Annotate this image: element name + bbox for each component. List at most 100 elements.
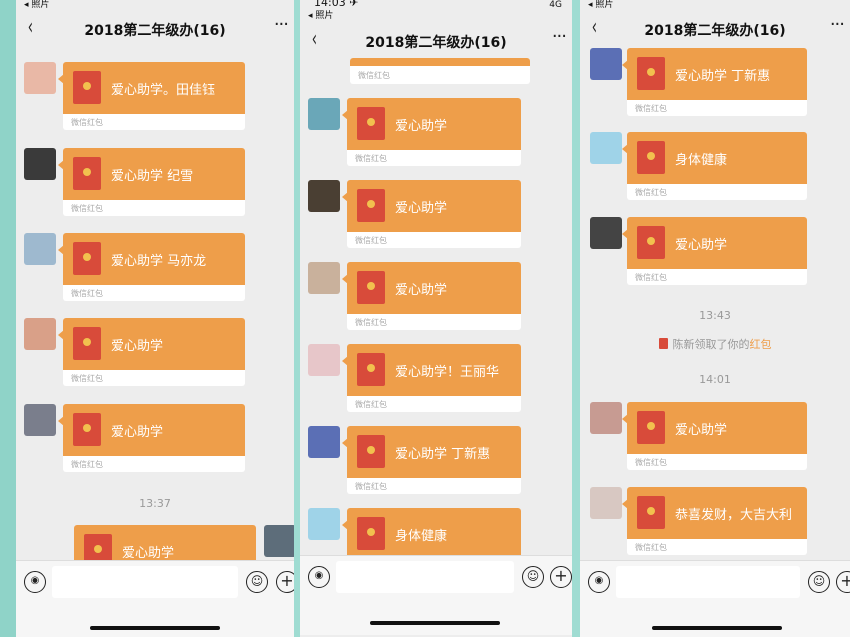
avatar[interactable] <box>590 132 622 164</box>
red-packet-bubble[interactable]: 爱心助学 微信红包 <box>347 180 521 248</box>
red-packet-bubble[interactable]: 爱心助学 微信红包 <box>63 318 245 386</box>
message-row: 爱心助学 微信红包 <box>580 217 850 289</box>
voice-icon[interactable]: ◉ <box>24 571 46 593</box>
nav-bar: ‹ 2018第二年级办(16) ··· <box>580 10 850 50</box>
voice-icon[interactable]: ◉ <box>588 571 610 593</box>
back-to-photos-link[interactable]: ◂ 照片 <box>308 11 333 21</box>
chat-title: 2018第二年级办(16) <box>644 23 786 39</box>
red-packet-bubble[interactable]: 爱心助学 纪雪 微信红包 <box>63 148 245 216</box>
input-bar: ◉ ☺ + <box>16 560 294 637</box>
packet-footer: 微信红包 <box>355 482 387 491</box>
red-envelope-icon <box>73 413 101 446</box>
avatar[interactable] <box>590 217 622 249</box>
avatar[interactable] <box>308 262 340 294</box>
message-input[interactable] <box>336 561 514 593</box>
avatar[interactable] <box>308 426 340 458</box>
red-packet-bubble[interactable]: 爱心助学 微信红包 <box>347 262 521 330</box>
message-row: 身体健康 <box>300 508 572 576</box>
back-to-photos-link[interactable]: ◂ 照片 <box>588 0 613 10</box>
avatar[interactable] <box>24 318 56 350</box>
chat-title: 2018第二年级办(16) <box>84 23 226 39</box>
red-envelope-icon <box>637 411 665 444</box>
plus-icon[interactable]: + <box>276 571 294 593</box>
message-row: 爱心助学。田佳钰 微信红包 <box>16 62 294 134</box>
red-packet-bubble-partial[interactable]: 微信红包 <box>350 58 530 84</box>
red-envelope-icon <box>637 141 665 174</box>
avatar[interactable] <box>308 98 340 130</box>
message-row: 爱心助学 马亦龙 微信红包 <box>16 233 294 305</box>
more-icon[interactable]: ··· <box>552 26 567 47</box>
avatar[interactable] <box>308 344 340 376</box>
red-packet-bubble[interactable]: 爱心助学 微信红包 <box>627 217 807 285</box>
message-row: 爱心助学 微信红包 <box>300 262 572 334</box>
red-packet-bubble[interactable]: 爱心助学。田佳钰 微信红包 <box>63 62 245 130</box>
avatar[interactable] <box>24 148 56 180</box>
message-row: 身体健康 微信红包 <box>580 132 850 204</box>
red-packet-bubble[interactable]: 爱心助学 丁新惠 微信红包 <box>627 48 807 116</box>
avatar[interactable] <box>590 487 622 519</box>
packet-message: 爱心助学。田佳钰 <box>111 83 216 98</box>
message-row: 恭喜发财，大吉大利 微信红包 <box>580 487 850 559</box>
plus-icon[interactable]: + <box>550 566 572 588</box>
message-row: 爱心助学 微信红包 <box>16 404 294 476</box>
message-input[interactable] <box>616 566 800 598</box>
red-packet-bubble[interactable]: 爱心助学 微信红包 <box>63 404 245 472</box>
packet-message: 爱心助学 <box>395 201 448 216</box>
avatar[interactable] <box>24 404 56 436</box>
message-row: 爱心助学 微信红包 <box>16 318 294 390</box>
red-envelope-icon <box>73 242 101 275</box>
packet-message: 爱心助学 <box>395 119 448 134</box>
message-row: 爱心助学！王丽华 微信红包 <box>300 344 572 416</box>
message-timestamp: 14:01 <box>699 373 731 386</box>
back-to-photos-link[interactable]: ◂ 照片 <box>24 0 49 10</box>
packet-message: 身体健康 <box>675 153 728 168</box>
avatar[interactable] <box>590 48 622 80</box>
notice-text: 陈新领取了你的 <box>672 338 750 351</box>
voice-icon[interactable]: ◉ <box>308 566 330 588</box>
packet-message: 爱心助学 <box>675 423 728 438</box>
packet-message: 爱心助学！王丽华 <box>395 365 500 380</box>
red-packet-bubble[interactable]: 爱心助学 微信红包 <box>627 402 807 470</box>
packet-footer: 微信红包 <box>635 104 667 113</box>
avatar[interactable] <box>24 62 56 94</box>
background-strip <box>0 0 16 637</box>
avatar[interactable] <box>308 508 340 540</box>
red-packet-bubble[interactable]: 恭喜发财，大吉大利 微信红包 <box>627 487 807 555</box>
packet-footer: 微信红包 <box>635 273 667 282</box>
red-packet-bubble[interactable]: 身体健康 微信红包 <box>627 132 807 200</box>
notice-link[interactable]: 红包 <box>750 338 772 351</box>
red-packet-bubble[interactable]: 爱心助学 丁新惠 微信红包 <box>347 426 521 494</box>
home-indicator <box>652 626 782 630</box>
packet-message: 爱心助学 丁新惠 <box>675 69 771 84</box>
message-timestamp: 13:37 <box>139 497 171 510</box>
nav-bar: ‹ 2018第二年级办(16) ··· <box>300 22 572 62</box>
red-packet-bubble[interactable]: 爱心助学 微信红包 <box>347 98 521 166</box>
emoji-icon[interactable]: ☺ <box>522 566 544 588</box>
message-row: 爱心助学 微信红包 <box>300 98 572 170</box>
packet-footer: 微信红包 <box>635 543 667 552</box>
avatar[interactable] <box>24 233 56 265</box>
emoji-icon[interactable]: ☺ <box>246 571 268 593</box>
packet-message: 爱心助学 丁新惠 <box>395 447 491 462</box>
packet-footer: 微信红包 <box>355 400 387 409</box>
avatar[interactable] <box>264 525 294 557</box>
packet-footer: 微信红包 <box>355 154 387 163</box>
packet-footer: 微信红包 <box>71 460 103 469</box>
status-time: 14:03 ✈ <box>314 0 359 9</box>
emoji-icon[interactable]: ☺ <box>808 571 830 593</box>
packet-footer: 微信红包 <box>71 118 103 127</box>
more-icon[interactable]: ··· <box>274 14 289 35</box>
red-envelope-icon <box>73 327 101 360</box>
message-row: 爱心助学 丁新惠 微信红包 <box>300 426 572 498</box>
more-icon[interactable]: ··· <box>830 14 845 35</box>
red-packet-bubble[interactable]: 爱心助学！王丽华 微信红包 <box>347 344 521 412</box>
message-input[interactable] <box>52 566 238 598</box>
plus-icon[interactable]: + <box>836 571 850 593</box>
avatar[interactable] <box>590 402 622 434</box>
message-row: 爱心助学 丁新惠 微信红包 <box>580 48 850 120</box>
packet-footer: 微信红包 <box>71 204 103 213</box>
packet-message: 爱心助学 <box>675 238 728 253</box>
red-packet-bubble[interactable]: 爱心助学 马亦龙 微信红包 <box>63 233 245 301</box>
avatar[interactable] <box>308 180 340 212</box>
message-row: 爱心助学 纪雪 微信红包 <box>16 148 294 220</box>
